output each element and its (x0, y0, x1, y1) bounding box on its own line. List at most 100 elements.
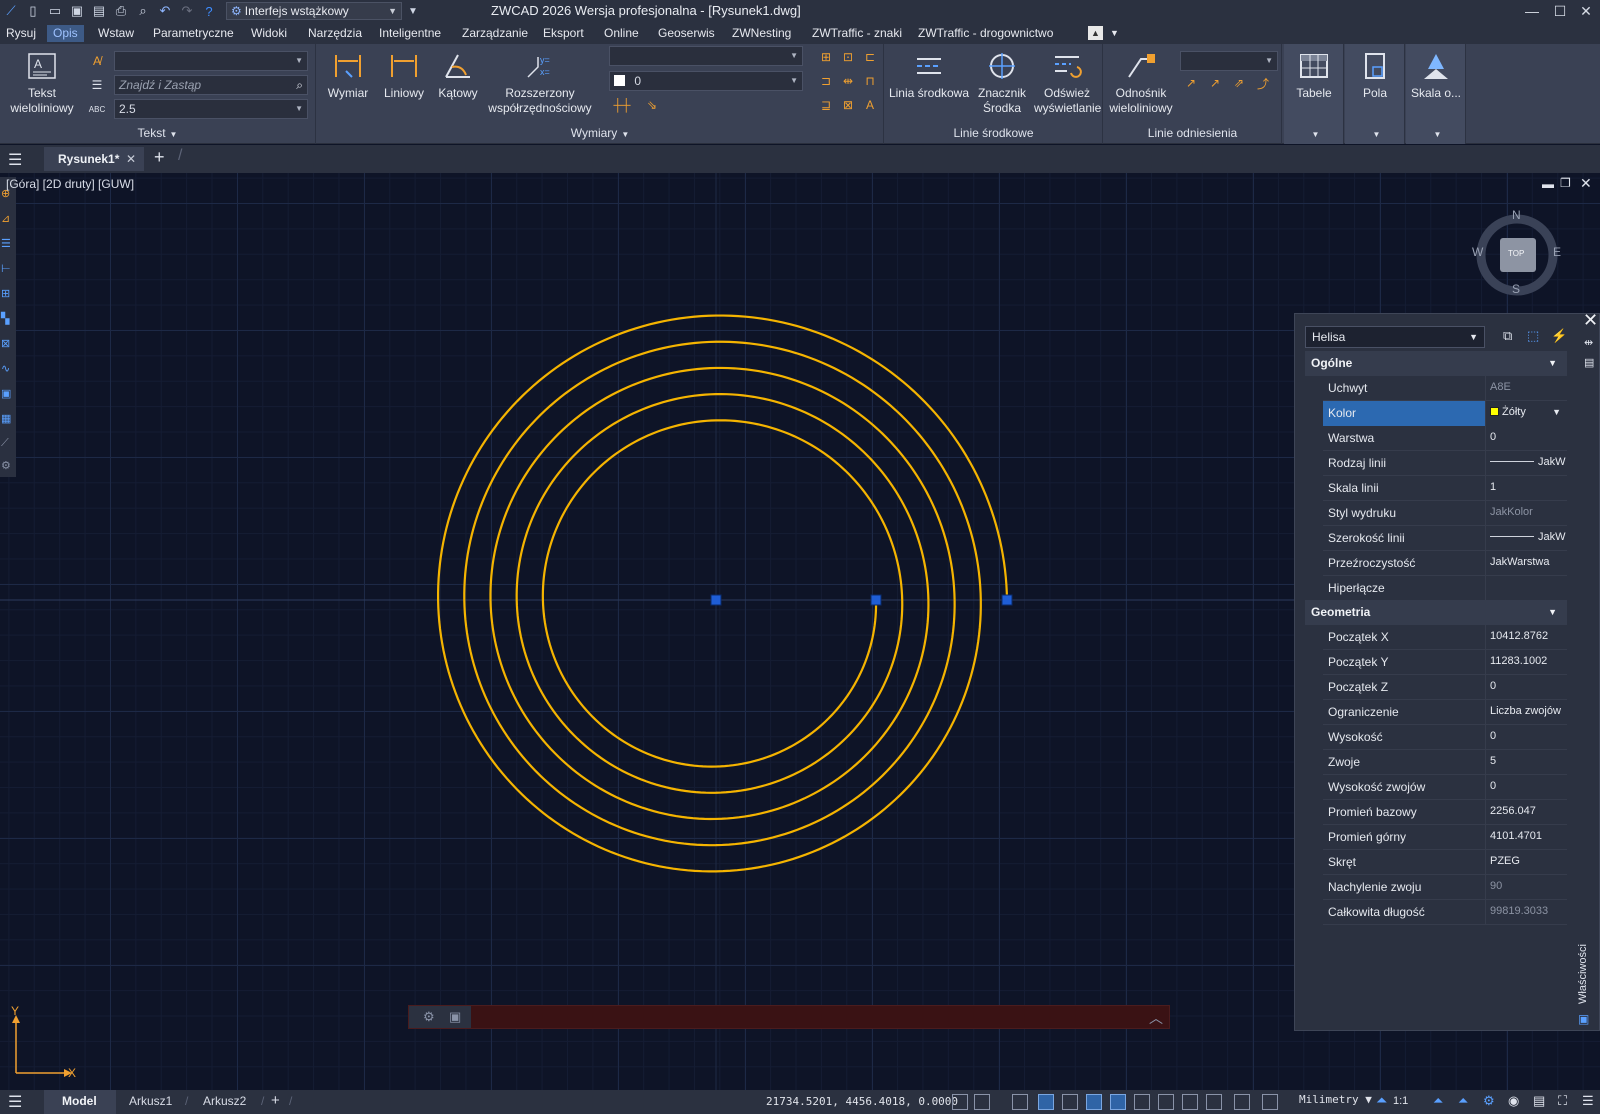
status-toggle-icon[interactable] (1134, 1094, 1150, 1110)
annotation-visibility-icon[interactable]: ⏶ (1433, 1093, 1443, 1109)
dimension-button[interactable]: Wymiar (323, 50, 373, 101)
viewcube-south[interactable]: S (1512, 282, 1520, 296)
property-value[interactable]: 0 (1485, 725, 1567, 750)
object-type-select[interactable]: Helisa ▼ (1305, 326, 1485, 348)
model-tab[interactable]: Model (44, 1090, 116, 1114)
dim-tool-icon[interactable]: ⊐ (817, 73, 835, 89)
property-row[interactable]: Całkowita długość 99819.3033 (1323, 900, 1567, 925)
property-value[interactable]: 4101.4701 (1485, 825, 1567, 850)
property-value[interactable]: JakW (1485, 526, 1567, 551)
chevron-down-icon[interactable]: ▼ (1406, 126, 1465, 140)
angular-dim-button[interactable]: Kątowy (433, 50, 483, 101)
terminal-icon[interactable]: ▣ (449, 1009, 461, 1025)
close-icon[interactable]: ✕ (1572, 0, 1600, 22)
multileader-button[interactable]: Odnośnik wieloliniowy (1106, 50, 1176, 116)
autohide-icon[interactable]: ⇹ (1584, 336, 1593, 349)
dim-tool-icon[interactable]: ⊓ (861, 73, 879, 89)
new-tab-icon[interactable]: + (154, 147, 165, 168)
print-preview-icon[interactable]: ⌕ (135, 3, 151, 19)
tab-geoserwis[interactable]: Geoserwis (652, 25, 721, 42)
minimize-icon[interactable]: — (1518, 0, 1546, 22)
chevron-up-icon[interactable]: ︿ (1149, 1008, 1163, 1028)
grip-end[interactable] (1001, 594, 1013, 606)
toggle-pickadd-icon[interactable]: ⧉ (1503, 328, 1512, 344)
property-value[interactable] (1485, 576, 1567, 601)
status-toggle-icon[interactable] (1158, 1094, 1174, 1110)
hardware-accel-icon[interactable]: ▤ (1533, 1093, 1545, 1109)
print-icon[interactable]: ⎙ (113, 3, 129, 19)
property-row[interactable]: Promień górny 4101.4701 (1323, 825, 1567, 850)
tab-opis[interactable]: Opis (47, 25, 84, 42)
property-row[interactable]: Szerokość linii JakW (1323, 526, 1567, 551)
tab-zarzadzanie[interactable]: Zarządzanie (456, 25, 534, 42)
tab-zwnesting[interactable]: ZWNesting (726, 25, 797, 42)
property-value[interactable]: PZEG (1485, 850, 1567, 875)
menu-icon[interactable]: ☰ (8, 150, 22, 170)
viewport-restore-icon[interactable]: ❐ (1560, 176, 1571, 190)
dimensions-panel-title[interactable]: Wymiary ▼ (317, 126, 883, 140)
dim-style-select[interactable]: ▼ (609, 46, 803, 66)
dim-tool-icon[interactable]: A (861, 97, 879, 113)
tables-button[interactable]: Tabele (1284, 50, 1344, 101)
text-panel-title[interactable]: Tekst ▼ (0, 126, 315, 140)
property-value[interactable]: Liczba zwojów (1485, 700, 1567, 725)
new-file-icon[interactable]: ▯ (25, 3, 41, 19)
list-icon[interactable]: ☰ (88, 77, 106, 93)
clean-screen-icon[interactable]: ⛶ (1558, 1093, 1567, 1109)
property-row[interactable]: Początek Y 11283.1002 (1323, 650, 1567, 675)
tab-inteligentne[interactable]: Inteligentne (373, 25, 447, 42)
grip-start[interactable] (870, 594, 882, 606)
tab-zwtraffic-drogownictwo[interactable]: ZWTraffic - drogownictwo (912, 25, 1059, 42)
text-height-select[interactable]: 2.5 ▼ (114, 99, 308, 119)
status-toggle-icon[interactable] (1012, 1094, 1028, 1110)
ribbon-options-icon[interactable]: ▼ (1104, 25, 1125, 42)
fields-button[interactable]: Pola (1345, 50, 1405, 101)
gear-icon[interactable]: ⚙ (423, 1009, 435, 1025)
tab-wstaw[interactable]: Wstaw (92, 25, 140, 42)
undo-icon[interactable]: ↶ (157, 3, 173, 19)
property-row[interactable]: Zwoje 5 (1323, 750, 1567, 775)
viewport-close-icon[interactable]: ✕ (1580, 175, 1592, 192)
layout-tab-2[interactable]: Arkusz2 (203, 1094, 246, 1108)
property-value[interactable]: JakW (1485, 451, 1567, 476)
document-tab[interactable]: Rysunek1* ✕ (44, 147, 144, 171)
dim-tool-icon[interactable]: ⇹ (839, 73, 857, 89)
refresh-display-button[interactable]: Odśwież wyświetlanie (1031, 50, 1103, 116)
ordinate-dim-button[interactable]: y= x= Rozszerzony współrzędnościowy (485, 50, 595, 116)
property-value[interactable]: 11283.1002 (1485, 650, 1567, 675)
property-row[interactable]: Początek Z 0 (1323, 675, 1567, 700)
collect-leader-icon[interactable]: ⤴ (1254, 75, 1272, 91)
property-value[interactable]: 1 (1485, 476, 1567, 501)
viewcube-west[interactable]: W (1472, 245, 1483, 259)
helix-drawing[interactable] (0, 173, 1294, 1090)
annotation-scale-button[interactable]: Skala o... (1406, 50, 1466, 101)
add-leader-icon[interactable]: ↗ (1182, 75, 1200, 91)
tab-narzedzia[interactable]: Narzędzia (302, 25, 368, 42)
remove-leader-icon[interactable]: ↗ (1206, 75, 1224, 91)
spellcheck-icon[interactable]: ABC (88, 101, 106, 117)
save-as-icon[interactable]: ▤ (91, 3, 107, 19)
continue-dim-icon[interactable]: ┼┼ (613, 97, 631, 113)
save-icon[interactable]: ▣ (69, 3, 85, 19)
status-toggle-icon[interactable] (1262, 1094, 1278, 1110)
scale-value[interactable]: 1:1 (1393, 1095, 1408, 1107)
layout-tab-1[interactable]: Arkusz1 (129, 1094, 172, 1108)
close-icon[interactable]: ✕ (1583, 310, 1598, 331)
tab-online[interactable]: Online (598, 25, 645, 42)
property-row[interactable]: Styl wydruku JakKolor (1323, 501, 1567, 526)
tab-zwtraffic-znaki[interactable]: ZWTraffic - znaki (806, 25, 908, 42)
app-logo-icon[interactable]: ⟋ (3, 3, 19, 19)
units-select[interactable]: Milimetry ▼ (1299, 1093, 1372, 1106)
section-geometry[interactable]: Geometria ▼ (1305, 600, 1567, 625)
property-row[interactable]: Hiperłącze (1323, 576, 1567, 601)
dim-tool-icon[interactable]: ⊒ (817, 97, 835, 113)
property-row[interactable]: Rodzaj linii JakW (1323, 451, 1567, 476)
tab-widoki[interactable]: Widoki (245, 25, 293, 42)
chevron-down-icon[interactable]: ▼ (1345, 126, 1404, 140)
viewcube-north[interactable]: N (1512, 208, 1521, 222)
status-toggle-icon[interactable] (974, 1094, 990, 1110)
property-row[interactable]: Przeźroczystość JakWarstwa (1323, 551, 1567, 576)
text-style-select[interactable]: ▼ (114, 51, 308, 71)
tolerance-icon[interactable]: ⇘ (643, 97, 661, 113)
redo-icon[interactable]: ↷ (179, 3, 195, 19)
